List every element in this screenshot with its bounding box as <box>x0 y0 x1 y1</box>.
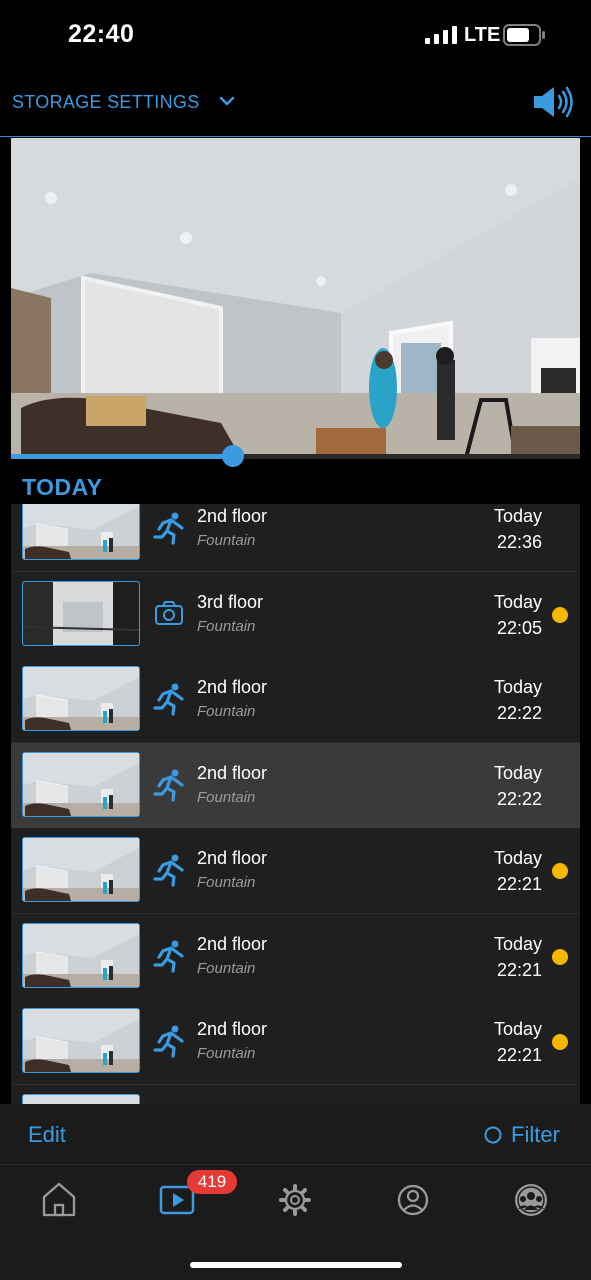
event-site-name: Fountain <box>197 532 256 549</box>
home-indicator <box>190 1262 402 1268</box>
motion-icon <box>151 510 187 546</box>
event-day: Today <box>493 934 542 954</box>
event-time: 22:21 <box>496 874 542 894</box>
edit-button[interactable]: Edit <box>28 1122 66 1148</box>
event-camera-name: 2nd floor <box>197 506 268 526</box>
event-camera-name: 2nd floor <box>197 934 268 954</box>
unread-dot <box>552 607 568 623</box>
event-day: Today <box>493 677 542 697</box>
event-day: Today <box>493 592 542 612</box>
event-day: Today <box>493 848 542 868</box>
event-row[interactable]: 3rd floor Fountain Today 22:05 <box>11 572 580 658</box>
event-camera-name: 2nd floor <box>197 677 268 697</box>
event-row[interactable]: 2nd floor Fountain Today 22:22 <box>11 657 580 743</box>
scrubber-handle[interactable] <box>222 445 244 467</box>
motion-icon <box>151 681 187 717</box>
event-time: 22:22 <box>496 789 542 809</box>
event-thumbnail <box>22 837 140 902</box>
motion-icon <box>151 938 187 974</box>
motion-icon <box>151 767 187 803</box>
event-thumbnail <box>22 581 140 646</box>
group-icon[interactable] <box>509 1177 553 1221</box>
event-time: 22:21 <box>496 1045 542 1065</box>
unread-dot <box>552 949 568 965</box>
event-time: 22:36 <box>496 532 542 552</box>
event-site-name: Fountain <box>197 874 256 891</box>
event-time: 22:05 <box>496 618 542 638</box>
event-row[interactable]: 2nd floor Fountain Today 22:22 <box>11 743 580 829</box>
event-thumbnail <box>22 752 140 817</box>
event-row[interactable]: 2nd floor Fountain Today 22:21 <box>11 914 580 1000</box>
event-camera-name: 2nd floor <box>197 848 268 868</box>
event-site-name: Fountain <box>197 618 256 635</box>
filter-circle-icon <box>484 1126 502 1144</box>
event-day: Today <box>493 763 542 783</box>
event-thumbnail <box>22 1094 140 1104</box>
motion-icon <box>151 852 187 888</box>
event-camera-name: 2nd floor <box>197 763 268 783</box>
event-row[interactable]: 2nd floor Fountain Today 22:36 <box>11 504 580 572</box>
top-header: STORAGE SETTINGS <box>0 70 591 137</box>
event-day: Today <box>493 506 542 526</box>
event-time: 22:22 <box>496 703 542 723</box>
event-camera-name: 2nd floor <box>197 1019 268 1039</box>
motion-icon <box>151 1023 187 1059</box>
camera-feed-image <box>11 138 580 458</box>
filter-label: Filter <box>511 1122 560 1147</box>
chevron-down-icon[interactable] <box>217 94 237 108</box>
event-thumbnail <box>22 923 140 988</box>
event-camera-name: 3rd floor <box>197 592 264 612</box>
signal-icon <box>425 26 457 44</box>
gear-icon[interactable] <box>273 1177 317 1221</box>
storage-settings-button[interactable]: STORAGE SETTINGS <box>12 92 200 113</box>
event-list[interactable]: 2nd floor Fountain Today 22:36 3rd floor Foun… <box>11 504 580 1104</box>
event-day: Today <box>493 1019 542 1039</box>
status-time: 22:40 <box>68 20 135 48</box>
event-site-name: Fountain <box>197 789 256 806</box>
event-thumbnail <box>22 1008 140 1073</box>
section-title-today: TODAY <box>22 474 103 500</box>
battery-icon <box>503 24 545 46</box>
profile-icon[interactable] <box>391 1177 435 1221</box>
event-row[interactable]: 2nd floorFountainToday <box>11 1085 580 1104</box>
scrubber-progress <box>11 454 233 459</box>
event-row[interactable]: 2nd floor Fountain Today 22:21 <box>11 828 580 914</box>
event-site-name: Fountain <box>197 703 256 720</box>
network-type: LTE <box>464 24 501 46</box>
event-thumbnail <box>22 504 140 560</box>
notification-badge: 419 <box>187 1170 237 1194</box>
list-toolbar: Edit Filter <box>0 1104 591 1165</box>
camera-snapshot-icon <box>151 596 187 632</box>
unread-dot <box>552 863 568 879</box>
event-time: 22:21 <box>496 960 542 980</box>
event-site-name: Fountain <box>197 960 256 977</box>
event-thumbnail <box>22 666 140 731</box>
status-bar: 22:40 LTE <box>0 0 591 70</box>
event-site-name: Fountain <box>197 1045 256 1062</box>
event-row[interactable]: 2nd floor Fountain Today 22:21 <box>11 999 580 1085</box>
speaker-icon[interactable] <box>530 84 576 120</box>
unread-dot <box>552 1034 568 1050</box>
home-icon[interactable] <box>37 1177 81 1221</box>
video-player[interactable] <box>11 138 580 458</box>
